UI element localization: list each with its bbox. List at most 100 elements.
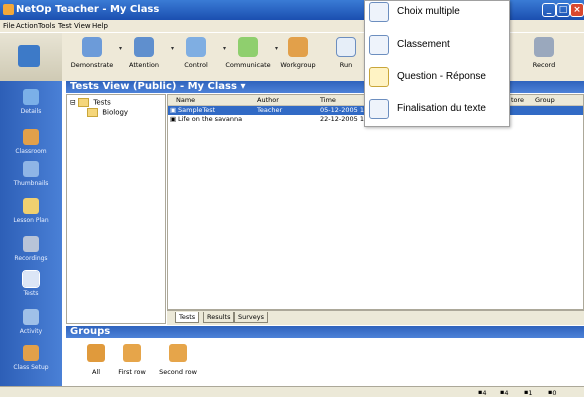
- test-file-icon: ▣: [170, 115, 177, 123]
- cell-time: 22-12-2005 1: [320, 115, 364, 123]
- menu-tools[interactable]: Tools: [38, 22, 55, 30]
- class-setup-icon: [23, 345, 39, 361]
- menu-item-question-reponse[interactable]: Question - Réponse: [369, 66, 509, 88]
- netop-app-icon: [3, 4, 14, 15]
- cell-author: Teacher: [257, 106, 283, 114]
- demonstrate-button[interactable]: Demonstrate ▾: [62, 37, 122, 69]
- minimize-button[interactable]: _: [542, 3, 556, 17]
- status-count-attention: ▪ 1: [524, 388, 533, 397]
- workgroup-icon: [288, 37, 308, 57]
- sidebar-item-label: Details: [20, 108, 42, 115]
- group-second-row[interactable]: Second row: [148, 344, 208, 376]
- sidebar-item-classroom[interactable]: Classroom: [0, 129, 62, 155]
- book-icon: [23, 198, 39, 214]
- sidebar-item-thumbnails[interactable]: Thumbnails: [0, 161, 62, 187]
- play-icon: [336, 37, 356, 57]
- control-icon: [186, 37, 206, 57]
- cell-name: SampleTest: [178, 106, 216, 114]
- groups-panel: All First row Second row: [66, 338, 584, 386]
- sidebar-item-label: Tests: [23, 290, 39, 297]
- column-author[interactable]: Author: [257, 96, 279, 104]
- tab-surveys[interactable]: Surveys: [234, 312, 268, 323]
- menu-help[interactable]: Help: [92, 22, 108, 30]
- sidebar-item-label: Lesson Plan: [13, 217, 49, 224]
- sidebar-item-lesson-plan[interactable]: Lesson Plan: [0, 198, 62, 224]
- toolbar-label: Run: [339, 61, 353, 69]
- fill-in-text-icon: [369, 99, 389, 119]
- question-answer-icon: [369, 67, 389, 87]
- menu-item-label: Classement: [397, 39, 450, 50]
- record-button[interactable]: Record: [514, 37, 574, 69]
- sidebar-item-details[interactable]: Details: [0, 89, 62, 115]
- group-people-icon: [169, 344, 187, 362]
- control-button[interactable]: Control ▾: [166, 37, 226, 69]
- sidebar-item-label: Class Setup: [13, 364, 49, 371]
- menu-item-choix-multiple[interactable]: Choix multiple: [369, 1, 509, 23]
- sidebar-header: [0, 33, 62, 81]
- sidebar-item-recordings[interactable]: Recordings: [0, 236, 62, 262]
- toolbar-label: Control: [184, 61, 208, 69]
- menu-item-label: Choix multiple: [397, 6, 460, 17]
- status-bar: ▪ 4 ▪ 4 ▪ 1 ▪ 0: [0, 386, 584, 397]
- activity-icon: [23, 309, 39, 325]
- demonstrate-icon: [82, 37, 102, 57]
- maximize-button[interactable]: □: [556, 3, 570, 17]
- group-label: First row: [118, 368, 146, 376]
- group-label: All: [91, 368, 101, 376]
- close-button[interactable]: ×: [570, 3, 584, 17]
- status-count-help: ▪ 0: [548, 388, 557, 397]
- question-type-menu: Choix multiple Classement Question - Rép…: [364, 0, 510, 127]
- sidebar-item-label: Classroom: [15, 148, 47, 155]
- sidebar-item-class-setup[interactable]: Class Setup: [0, 345, 62, 371]
- toolbar-label: Workgroup: [280, 61, 316, 69]
- menu-action[interactable]: Action: [16, 22, 38, 30]
- column-group[interactable]: Group: [535, 96, 555, 104]
- menu-item-label: Finalisation du texte: [397, 103, 486, 114]
- group-people-icon: [123, 344, 141, 362]
- column-name[interactable]: Name: [176, 96, 195, 104]
- status-count-computers: ▪ 4: [478, 388, 487, 397]
- cell-time: 05-12-2005 1: [320, 106, 364, 114]
- tree-label: Biology: [102, 108, 129, 117]
- view-title: Tests View (Public) - My Class: [70, 81, 237, 92]
- toolbar-label: Communicate: [225, 61, 271, 69]
- attention-icon: [134, 37, 154, 57]
- details-icon: [23, 89, 39, 105]
- tab-results[interactable]: Results: [203, 312, 235, 323]
- tests-icon: [22, 270, 40, 288]
- column-time[interactable]: Time: [320, 96, 336, 104]
- tab-tests[interactable]: Tests: [175, 312, 200, 323]
- folder-icon: [87, 108, 98, 117]
- sidebar-item-tests[interactable]: Tests: [0, 270, 62, 297]
- menu-item-finalisation-texte[interactable]: Finalisation du texte: [369, 98, 509, 120]
- communicate-icon: [238, 37, 258, 57]
- record-icon: [534, 37, 554, 57]
- classroom-icon: [23, 129, 39, 145]
- toolbar-label: Record: [532, 61, 556, 69]
- folder-icon: [78, 98, 90, 107]
- groups-header: Groups: [66, 326, 584, 338]
- test-file-icon: ▣: [170, 106, 177, 114]
- attention-button[interactable]: Attention ▾: [114, 37, 174, 69]
- window-title: NetOp Teacher - My Class: [16, 4, 160, 15]
- toolbar-label: Demonstrate: [70, 61, 114, 69]
- dropdown-arrow-icon[interactable]: ▾: [240, 81, 245, 92]
- multiple-choice-icon: [369, 2, 389, 22]
- menu-item-label: Question - Réponse: [397, 71, 486, 82]
- column-store[interactable]: tore: [511, 96, 524, 104]
- sidebar: Details Classroom Thumbnails Lesson Plan…: [0, 33, 62, 386]
- computer-icon: [18, 45, 40, 67]
- collapse-icon[interactable]: ⊟: [70, 99, 76, 107]
- toolbar-label: Attention: [129, 61, 159, 69]
- tree-item-tests[interactable]: ⊟ Tests: [70, 98, 111, 107]
- groups-title: Groups: [70, 326, 111, 337]
- tree-item-biology[interactable]: Biology: [87, 108, 128, 117]
- menu-test-view[interactable]: Test View: [58, 22, 91, 30]
- cell-name: Life on the savanna: [178, 115, 243, 123]
- ranking-icon: [369, 35, 389, 55]
- menu-file[interactable]: File: [3, 22, 15, 30]
- sidebar-item-activity[interactable]: Activity: [0, 309, 62, 335]
- menu-item-classement[interactable]: Classement: [369, 34, 509, 56]
- tests-tree: ⊟ Tests Biology: [66, 94, 166, 324]
- view-tabs: Tests Results Surveys: [167, 310, 584, 325]
